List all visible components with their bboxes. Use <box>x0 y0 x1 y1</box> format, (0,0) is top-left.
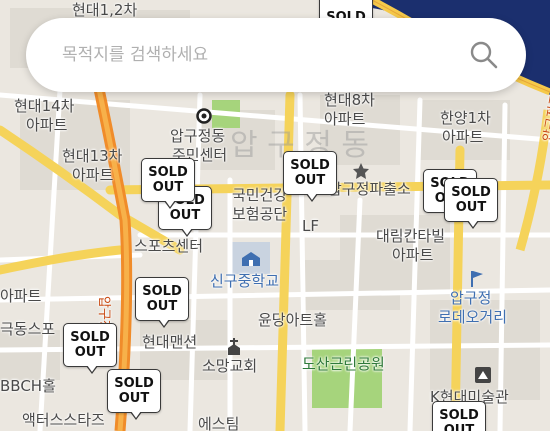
label-sports: 스포츠센터 <box>134 237 204 255</box>
museum-icon <box>474 366 492 388</box>
label-hyundai14-a: 현대14차 <box>14 97 75 115</box>
school-icon <box>240 250 262 272</box>
label-rodeo-b: 로데오거리 <box>438 308 508 326</box>
label-dosan: 도산근린공원 <box>302 355 385 373</box>
label-apt-left: 아파트 <box>0 287 42 305</box>
label-hanyang1-a: 한양1차 <box>440 109 491 127</box>
label-hyundai14-b: 아파트 <box>26 116 68 134</box>
label-school: 신구중학교 <box>210 272 280 290</box>
search-input[interactable] <box>60 44 464 66</box>
label-church: 소망교회 <box>202 357 258 375</box>
label-rodeo-a: 압구정 <box>450 289 492 307</box>
label-esteem: 에스팀 <box>198 415 240 431</box>
label-daelim-b: 아파트 <box>392 246 434 264</box>
label-hanyang1-b: 아파트 <box>442 128 484 146</box>
sold-out-marker[interactable]: SOLD OUT <box>283 151 337 202</box>
search-button[interactable] <box>464 35 504 75</box>
search-bar <box>26 18 526 92</box>
label-hyundai12: 현대1,2차 <box>72 1 138 19</box>
label-bbch: BBCH홀 <box>0 377 56 395</box>
label-hyundai13-b: 아파트 <box>72 166 114 184</box>
label-hyundai8-b: 아파트 <box>324 110 366 128</box>
label-mansion: 현대맨션 <box>142 333 198 351</box>
label-yundang: 윤당아트홀 <box>258 311 328 329</box>
label-actors: 액터스스타즈 <box>22 411 105 429</box>
sold-out-marker[interactable]: SOLD OUT <box>107 369 161 420</box>
label-center-a: 압구정동 <box>170 127 226 145</box>
sold-out-marker[interactable]: SOLD OUT <box>141 158 195 209</box>
label-nhis-b: 보험공단 <box>232 205 288 223</box>
label-daelim-a: 대림칸타빌 <box>376 227 446 245</box>
search-icon <box>470 41 498 69</box>
label-hyundai8-a: 현대8차 <box>324 91 375 109</box>
label-lf: LF <box>302 217 319 235</box>
sold-out-marker[interactable]: SOLD OUT <box>63 323 117 374</box>
label-nhis-a: 국민건강 <box>232 186 288 204</box>
sold-out-marker[interactable]: SOLD OUT <box>432 401 486 431</box>
sold-out-marker[interactable]: SOLD OUT <box>135 277 189 328</box>
label-hyundai13-a: 현대13차 <box>62 147 123 165</box>
label-police: 압구정파출소 <box>328 180 411 198</box>
center-pin-icon <box>196 108 212 128</box>
label-gukdong: 극동스포 <box>0 320 56 338</box>
